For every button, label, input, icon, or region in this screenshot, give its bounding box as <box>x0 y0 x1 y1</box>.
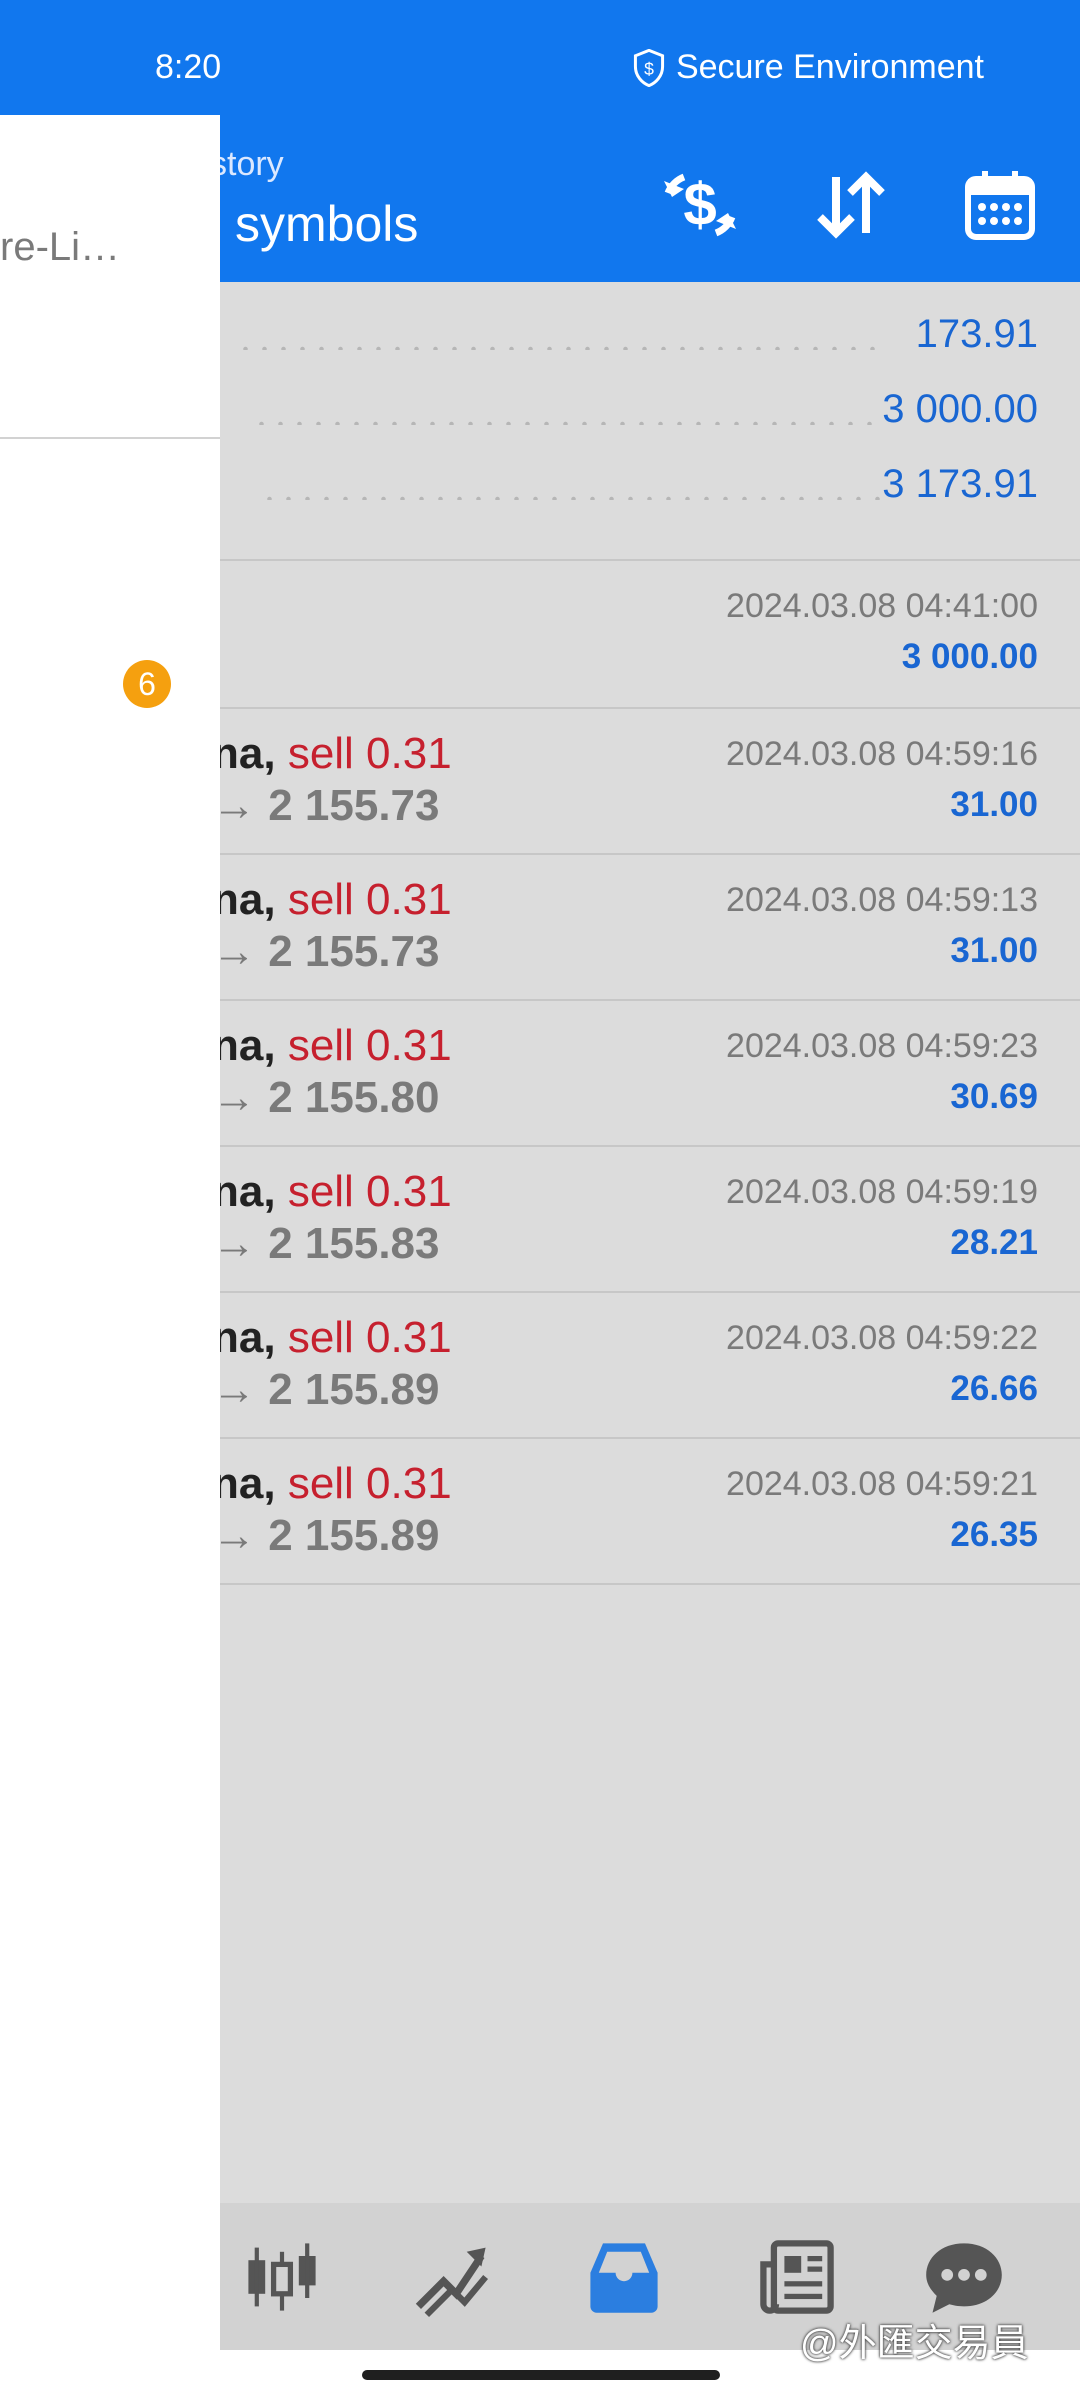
deal-price: → 2 155.80 <box>220 1073 440 1122</box>
deal-symbol: na, <box>220 1167 276 1216</box>
leader-dots <box>236 346 880 350</box>
svg-text:$: $ <box>683 171 716 238</box>
deal-price: → 2 155.73 <box>220 781 440 830</box>
deal-price: → 2 155.89 <box>220 1365 440 1414</box>
summary-value: 3 000.00 <box>882 387 1038 431</box>
deal-symbol-line: na, sell 0.31 <box>220 1313 452 1363</box>
watermark: @外匯交易員 <box>800 2323 1029 2365</box>
balance-row[interactable]: 2024.03.08 04:41:00 3 000.00 <box>220 561 1080 707</box>
status-bar: 8:20 $ Secure Environment <box>0 0 1080 115</box>
notification-badge: 6 <box>123 660 171 708</box>
secure-label: Secure Environment <box>675 48 984 86</box>
deal-row[interactable]: na, sell 0.31 → 2 155.89 2024.03.08 04:59:… <box>220 1293 1080 1439</box>
svg-text:$: $ <box>644 58 654 78</box>
news-icon <box>760 2240 834 2314</box>
dollar-refresh-icon[interactable]: $ <box>660 165 740 245</box>
deal-price: → 2 155.89 <box>220 1511 440 1560</box>
chat-icon <box>926 2243 1002 2313</box>
deal-profit: 30.69 <box>950 1077 1038 1116</box>
deal-action: sell 0.31 <box>287 1313 452 1362</box>
navigation-drawer: re-Li… 6 <box>0 115 220 2350</box>
symbols-filter[interactable]: l symbols <box>220 195 418 253</box>
drawer-divider <box>0 437 220 439</box>
nav-history[interactable] <box>582 2235 666 2319</box>
app-bar-subtitle: story <box>220 145 284 183</box>
trade-chart-icon <box>415 2247 489 2318</box>
home-gesture-handle[interactable] <box>362 2370 720 2380</box>
summary-value: 3 173.91 <box>882 462 1038 506</box>
summary-value: 173.91 <box>915 312 1038 356</box>
deal-symbol-line: na, sell 0.31 <box>220 1167 452 1217</box>
history-screen: story l symbols $ <box>220 115 1080 2350</box>
status-time: 8:20 <box>155 48 222 86</box>
leader-dots <box>260 496 880 500</box>
deal-row[interactable]: na, sell 0.31 → 2 155.73 2024.03.08 04:59:… <box>220 855 1080 1001</box>
deal-time: 2024.03.08 04:59:22 <box>726 1319 1038 1357</box>
deal-symbol: na, <box>220 875 276 924</box>
deal-symbol-line: na, sell 0.31 <box>220 1459 452 1509</box>
nav-news[interactable] <box>755 2235 839 2319</box>
deal-action: sell 0.31 <box>287 1167 452 1216</box>
deal-time: 2024.03.08 04:41:00 <box>726 587 1038 625</box>
deal-row[interactable]: na, sell 0.31 → 2 155.83 2024.03.08 04:59:… <box>220 1147 1080 1293</box>
shield-dollar-icon: $ <box>633 48 665 87</box>
deal-profit: 31.00 <box>950 785 1038 824</box>
nav-trade[interactable] <box>410 2235 494 2319</box>
deal-symbol: na, <box>220 729 276 778</box>
deal-symbol: na, <box>220 1313 276 1362</box>
deal-symbol-line: na, sell 0.31 <box>220 1021 452 1071</box>
deal-price: → 2 155.83 <box>220 1219 440 1268</box>
sort-icon[interactable] <box>810 165 890 245</box>
deal-row[interactable]: na, sell 0.31 → 2 155.80 2024.03.08 04:59:… <box>220 1001 1080 1147</box>
summary-row: 173.91 <box>220 310 1080 370</box>
deal-symbol-line: na, sell 0.31 <box>220 729 452 779</box>
deal-symbol-line: na, sell 0.31 <box>220 875 452 925</box>
deal-row[interactable]: na, sell 0.31 → 2 155.89 2024.03.08 04:59:… <box>220 1439 1080 1585</box>
candlestick-icon <box>248 2243 316 2311</box>
deal-time: 2024.03.08 04:59:13 <box>726 881 1038 919</box>
deal-time: 2024.03.08 04:59:21 <box>726 1465 1038 1503</box>
app-bar: story l symbols $ <box>220 115 1080 282</box>
deal-action: sell 0.31 <box>287 875 452 924</box>
deal-time: 2024.03.08 04:59:19 <box>726 1173 1038 1211</box>
deal-symbol: na, <box>220 1459 276 1508</box>
summary-row: 3 173.91 <box>220 460 1080 520</box>
deal-profit: 28.21 <box>950 1223 1038 1262</box>
deal-time: 2024.03.08 04:59:16 <box>726 735 1038 773</box>
deal-profit: 26.35 <box>950 1515 1038 1554</box>
drawer-account-name[interactable]: re-Li… <box>0 225 120 270</box>
secure-environment: $ Secure Environment <box>632 48 984 87</box>
deal-profit: 26.66 <box>950 1369 1038 1408</box>
deal-price: → 2 155.73 <box>220 927 440 976</box>
deal-profit: 31.00 <box>950 931 1038 970</box>
deal-symbol: na, <box>220 1021 276 1070</box>
history-inbox-icon <box>590 2243 658 2313</box>
nav-quotes[interactable] <box>240 2235 324 2319</box>
deal-time: 2024.03.08 04:59:23 <box>726 1027 1038 1065</box>
leader-dots <box>252 421 880 425</box>
calendar-icon[interactable] <box>960 165 1040 245</box>
nav-chat[interactable] <box>922 2235 1006 2319</box>
deal-action: sell 0.31 <box>287 1459 452 1508</box>
deal-action: sell 0.31 <box>287 1021 452 1070</box>
divider <box>220 1583 1080 1585</box>
summary-row: 3 000.00 <box>220 385 1080 445</box>
deal-row[interactable]: na, sell 0.31 → 2 155.73 2024.03.08 04:59:… <box>220 709 1080 855</box>
deal-profit: 3 000.00 <box>901 637 1038 676</box>
deal-action: sell 0.31 <box>287 729 452 778</box>
